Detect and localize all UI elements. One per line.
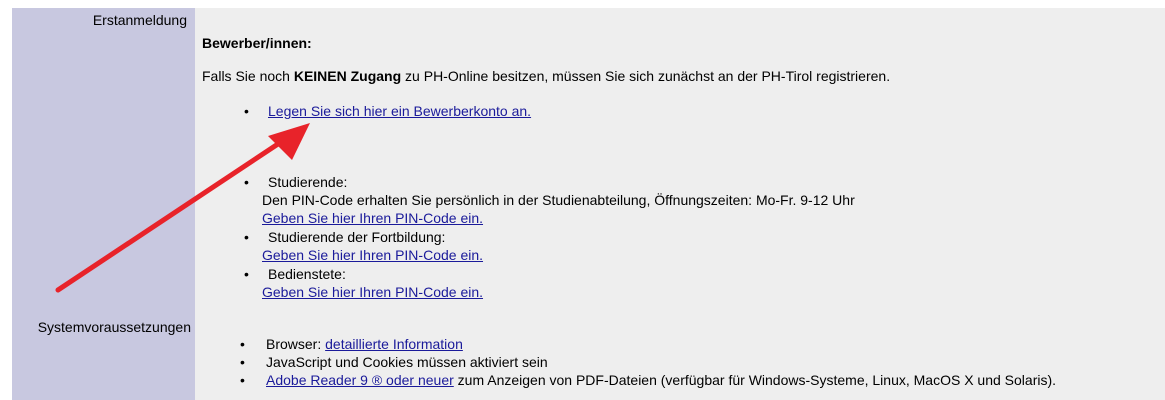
reader-suffix: zum Anzeigen von PDF-Dateien (verfügbar … (453, 372, 1057, 388)
label-systemvoraussetzungen: Systemvoraussetzungen (37, 319, 191, 335)
main-content: Bewerber/innen: Falls Sie noch KEINEN Zu… (195, 8, 1165, 400)
bullet: • (240, 354, 245, 370)
create-account-link[interactable]: Legen Sie sich hier ein Bewerberkonto an… (268, 103, 531, 119)
bullet: • (244, 103, 249, 119)
pin-code-link-studierende[interactable]: Geben Sie hier Ihren PIN-Code ein. (262, 210, 483, 226)
adobe-reader-link[interactable]: Adobe Reader 9 ® oder neuer (266, 372, 454, 388)
browser-info-link[interactable]: detaillierte Information (325, 336, 463, 352)
applicants-heading: Bewerber/innen: (202, 35, 312, 51)
group-bedienstete-title: Bedienstete: (268, 266, 346, 282)
applicants-intro: Falls Sie noch KEINEN Zugang zu PH-Onlin… (202, 68, 890, 84)
intro-suffix: zu PH-Online besitzen, müssen Sie sich z… (401, 68, 891, 84)
bullet: • (244, 266, 249, 282)
pin-code-link-fortbildung[interactable]: Geben Sie hier Ihren PIN-Code ein. (262, 247, 483, 263)
bullet: • (244, 229, 249, 245)
bullet: • (240, 372, 245, 388)
bullet: • (240, 336, 245, 352)
label-erstanmeldung: Erstanmeldung (92, 12, 187, 28)
pin-code-link-bedienstete[interactable]: Geben Sie hier Ihren PIN-Code ein. (262, 284, 483, 300)
group-fortbildung-title: Studierende der Fortbildung: (268, 229, 446, 245)
reader-requirement: Adobe Reader 9 ® oder neuer zum Anzeigen… (266, 372, 1056, 388)
group-studierende-title: Studierende: (268, 174, 348, 190)
sidebar: Erstanmeldung Systemvoraussetzungen (12, 8, 195, 400)
group-studierende-detail: Den PIN-Code erhalten Sie persönlich in … (262, 192, 855, 208)
browser-requirement: Browser: detaillierte Information (266, 336, 463, 352)
intro-prefix: Falls Sie noch (202, 68, 294, 84)
intro-bold: KEINEN Zugang (293, 68, 402, 84)
bullet: • (244, 174, 249, 190)
javascript-requirement: JavaScript und Cookies müssen aktiviert … (266, 354, 548, 370)
browser-prefix: Browser: (266, 336, 326, 352)
